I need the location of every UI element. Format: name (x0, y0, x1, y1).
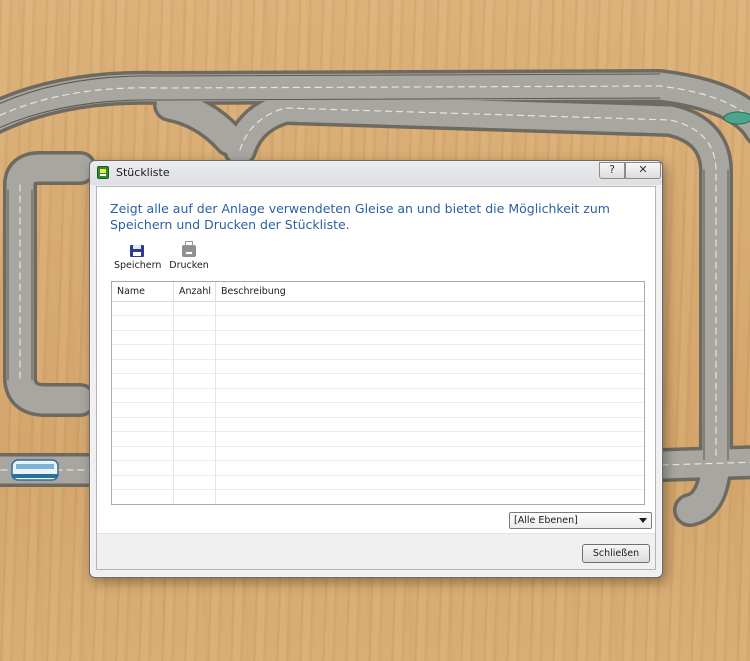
table-row (112, 446, 644, 461)
save-button[interactable]: Speichern (114, 245, 162, 271)
dialog-title: Stückliste (116, 166, 170, 179)
save-label: Speichern (114, 260, 162, 271)
table-row (112, 403, 644, 418)
table-row (112, 475, 644, 490)
title-bar[interactable]: Stückliste ? ✕ (90, 161, 662, 185)
chevron-down-icon (639, 518, 647, 523)
close-button[interactable]: Schließen (582, 544, 650, 563)
description-text: Zeigt alle auf der Anlage verwendeten Gl… (110, 201, 610, 232)
floppy-disk-icon (130, 245, 144, 257)
layer-select-value: [Alle Ebenen] (514, 515, 578, 526)
printer-icon (182, 241, 196, 257)
print-label: Drucken (169, 260, 209, 271)
table-row (112, 417, 644, 432)
table-body (112, 301, 644, 504)
close-window-button[interactable]: ✕ (625, 162, 661, 179)
table-row (112, 359, 644, 374)
table-row (112, 374, 644, 389)
car-icon (11, 459, 59, 481)
column-divider (173, 301, 174, 504)
print-button[interactable]: Drucken (169, 241, 209, 271)
dialog-footer (97, 533, 655, 569)
table-row (112, 301, 644, 316)
column-header-description[interactable]: Beschreibung (215, 282, 644, 301)
column-header-name[interactable]: Name (112, 282, 173, 301)
parts-list-dialog: Stückliste ? ✕ Zeigt alle auf der Anlage… (89, 160, 663, 578)
car-icon (723, 111, 750, 125)
table-row (112, 330, 644, 345)
column-header-count[interactable]: Anzahl (173, 282, 215, 301)
help-button[interactable]: ? (599, 162, 625, 179)
table-row (112, 432, 644, 447)
table-row (112, 461, 644, 476)
app-icon (97, 166, 109, 179)
table-row (112, 316, 644, 331)
close-icon: ✕ (638, 163, 648, 176)
table-row (112, 345, 644, 360)
help-icon: ? (609, 163, 615, 176)
layer-select[interactable]: [Alle Ebenen] (509, 512, 652, 529)
table-header: Name Anzahl Beschreibung (112, 282, 644, 302)
table-row (112, 490, 644, 504)
table-row (112, 388, 644, 403)
dialog-content: Zeigt alle auf der Anlage verwendeten Gl… (96, 186, 656, 570)
column-divider (215, 301, 216, 504)
parts-table[interactable]: Name Anzahl Beschreibung (111, 281, 645, 505)
